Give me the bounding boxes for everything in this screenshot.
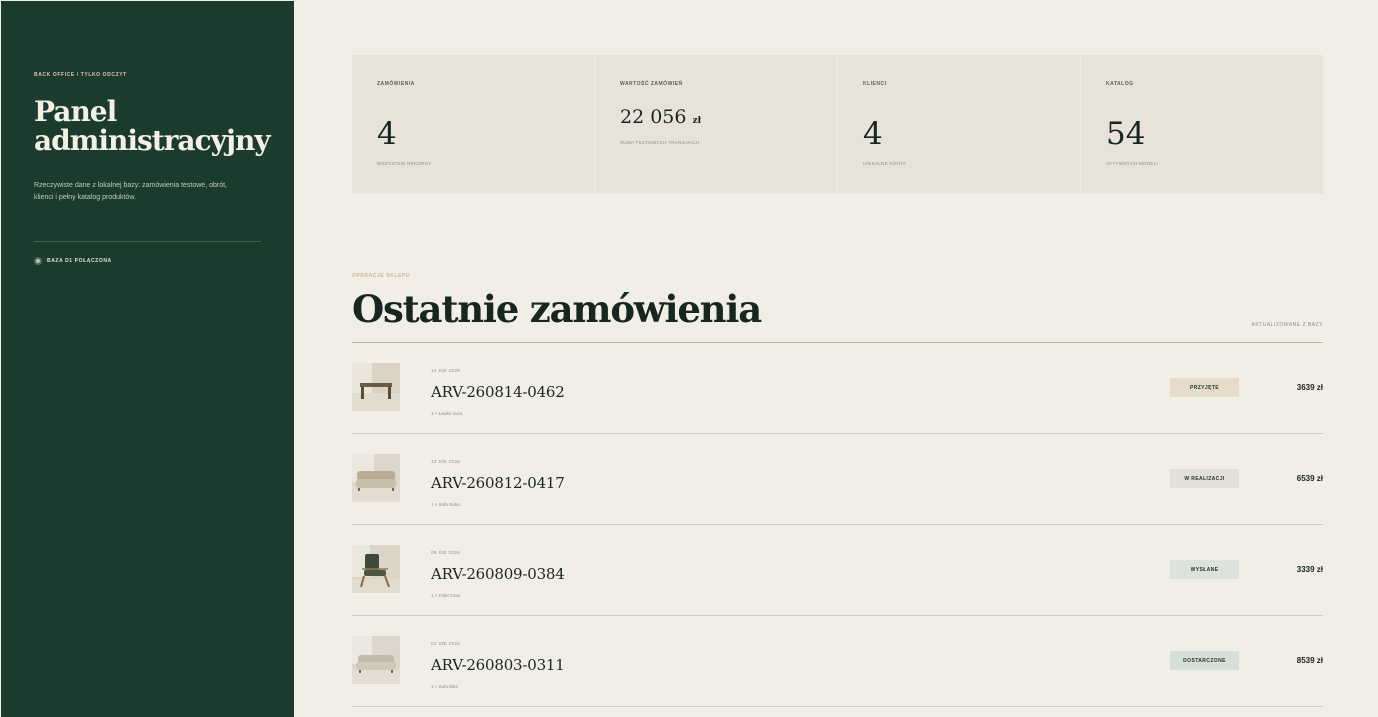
status-dot-icon [34,257,42,265]
sidebar-divider [34,241,261,242]
order-id: ARV-260814-0462 [431,383,565,401]
stat-value: 4 [377,116,397,152]
armchair-photo-thumbnail [352,545,400,593]
stat-catalog: KATALOG 54 AKTYWNYCH MODELI [1081,55,1323,194]
order-items: 1 × Sofa Mira [431,684,458,689]
sidebar-title: Panel administracyjny [34,95,271,157]
order-total: 8539 zł [1296,656,1323,665]
stat-label: ZAMÓWIENIA [377,81,415,87]
order-total: 6539 zł [1296,474,1323,483]
sidebar-description: Rzeczywiste dane z lokalnej bazy: zamówi… [34,182,227,201]
stat-order-value: WARTOŚĆ ZAMÓWIEŃ 22 056 zł SUMA TESTOWYC… [595,55,838,194]
order-total: 3339 zł [1296,565,1323,574]
stat-clients: KLIENCI 4 UNIKALNE KONTA [838,55,1081,194]
db-status-label: BAZA D1 POŁĄCZONA [47,258,112,264]
stat-sub: WSZYSTKIE REKORDY [377,161,432,166]
status-badge: W REALIZACJI [1170,469,1239,488]
stats-panel: ZAMÓWIENIA 4 WSZYSTKIE REKORDY WARTOŚĆ Z… [352,55,1323,194]
order-items: 1 × Ławka Sora [431,411,463,416]
order-date: 03 SIE 2026 [431,641,461,646]
stat-amount: 22 056 [620,106,687,128]
order-total: 3639 zł [1296,383,1323,392]
sidebar-eyebrow: BACK OFFICE / TYLKO ODCZYT [34,72,127,78]
stat-value: 4 [863,116,883,152]
stat-label: WARTOŚĆ ZAMÓWIEŃ [620,81,683,87]
order-row[interactable]: 09 SIE 2026 ARV-260809-0384 1 × Fotel Ca… [352,525,1323,616]
order-items: 1 × Fotel Cavo [431,593,461,598]
order-id: ARV-260812-0417 [431,474,565,492]
order-items: 1 × Sofa Nubo [431,502,460,507]
db-status: BAZA D1 POŁĄCZONA [34,257,112,265]
stat-value: 54 [1106,116,1146,152]
orders-list: 14 SIE 2026 ARV-260814-0462 1 × Ławka So… [352,343,1323,707]
section-eyebrow: OPERACJE SKLEPU [352,273,411,279]
stat-orders: ZAMÓWIENIA 4 WSZYSTKIE REKORDY [352,55,595,194]
order-row[interactable]: 12 SIE 2026 ARV-260812-0417 1 × Sofa Nub… [352,434,1323,525]
stat-sub: SUMA TESTOWYCH TRANSAKCJI [620,140,700,145]
order-date: 14 SIE 2026 [431,368,461,373]
status-badge: DOSTARCZONE [1170,651,1239,670]
stat-label: KLIENCI [863,81,887,87]
order-date: 09 SIE 2026 [431,550,461,555]
order-row[interactable]: 03 SIE 2026 ARV-260803-0311 1 × Sofa Mir… [352,616,1323,707]
sidebar: BACK OFFICE / TYLKO ODCZYT Panel adminis… [1,1,294,717]
stat-value: 22 056 zł [620,106,701,128]
order-id: ARV-260803-0311 [431,656,565,674]
status-badge: WYSŁANE [1170,560,1239,579]
section-title: Ostatnie zamówienia [352,287,762,331]
section-meta: AKTUALIZOWANE Z BAZY [1251,322,1323,328]
order-row[interactable]: 14 SIE 2026 ARV-260814-0462 1 × Ławka So… [352,343,1323,434]
stat-sub: AKTYWNYCH MODELI [1106,161,1159,166]
stat-label: KATALOG [1106,81,1134,87]
sofa-photo-thumbnail [352,454,400,502]
bench-photo-thumbnail [352,363,400,411]
sofa-photo-thumbnail [352,636,400,684]
order-id: ARV-260809-0384 [431,565,565,583]
stat-unit: zł [692,116,702,126]
status-badge: PRZYJĘTE [1170,378,1239,397]
stat-sub: UNIKALNE KONTA [863,161,907,166]
order-date: 12 SIE 2026 [431,459,461,464]
